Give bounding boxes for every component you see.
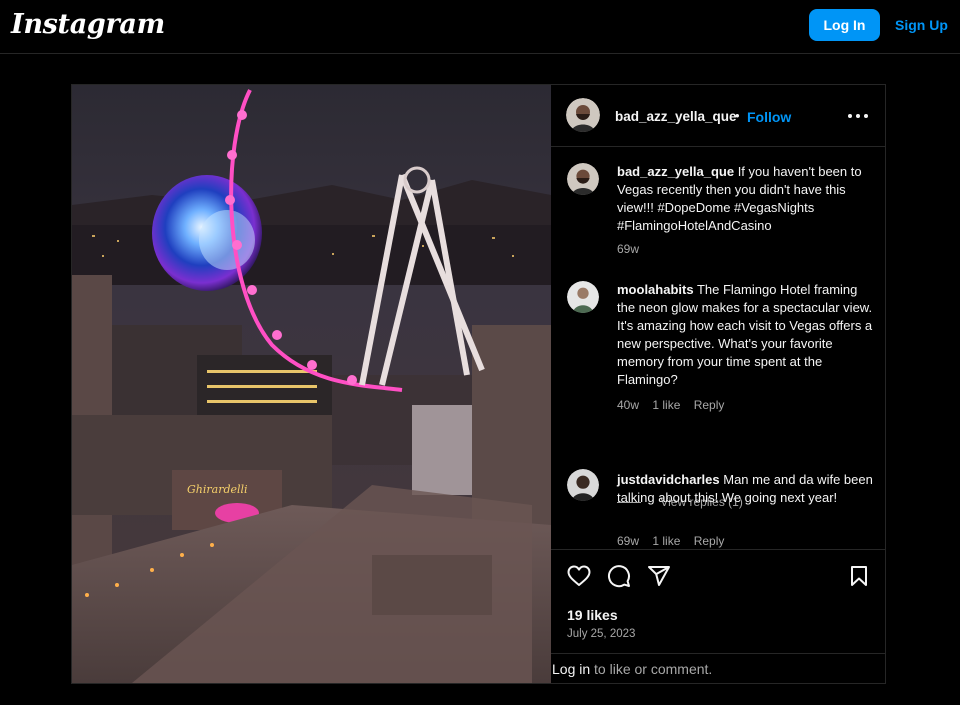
- comment-username[interactable]: justdavidcharles: [617, 472, 720, 487]
- comment-meta: 69w 1 like Reply: [617, 534, 734, 548]
- comment-text: justdavidcharles Man me and da wife been…: [617, 471, 875, 507]
- comment-time: 69w: [617, 534, 640, 548]
- comment-time: 40w: [617, 398, 640, 412]
- post-photo[interactable]: Ghirardelli: [72, 85, 551, 683]
- caption-username[interactable]: bad_azz_yella_que: [617, 164, 734, 179]
- post-sidebar: bad_azz_yella_que • Follow bad_azz_yella…: [551, 85, 885, 683]
- follow-button[interactable]: Follow: [747, 109, 791, 125]
- top-navigation-bar: Instagram Log In Sign Up: [0, 0, 960, 54]
- separator-dot: •: [735, 108, 740, 123]
- comments-list[interactable]: bad_azz_yella_que If you haven't been to…: [551, 147, 885, 549]
- caption-text: bad_azz_yella_que If you haven't been to…: [617, 163, 875, 235]
- post-card: Ghirardelli bad_azz_yella_que • Follow b…: [71, 84, 886, 684]
- caption-time: 69w: [617, 242, 640, 256]
- login-prompt: Log in to like or comment.: [551, 653, 885, 683]
- bookmark-icon[interactable]: [847, 564, 871, 588]
- commenter-avatar[interactable]: [567, 281, 599, 313]
- caption-avatar-image: [567, 163, 599, 195]
- login-link[interactable]: Log in: [552, 661, 590, 677]
- comment-content: The Flamingo Hotel framing the neon glow…: [617, 282, 873, 387]
- comment-icon[interactable]: [607, 564, 631, 588]
- comment-likes[interactable]: 1 like: [652, 534, 680, 548]
- commenter-avatar[interactable]: [567, 469, 599, 501]
- author-avatar-image: [566, 98, 600, 132]
- caption-author-avatar[interactable]: [567, 163, 599, 195]
- post-actions: 19 likes July 25, 2023: [551, 549, 885, 653]
- share-icon[interactable]: [647, 564, 671, 588]
- post-header: bad_azz_yella_que • Follow: [551, 85, 885, 147]
- vegas-night-photo: Ghirardelli: [72, 85, 551, 683]
- instagram-logo[interactable]: Instagram: [11, 9, 165, 40]
- comment-likes[interactable]: 1 like: [652, 398, 680, 412]
- more-horizontal-icon[interactable]: [846, 113, 870, 119]
- author-username[interactable]: bad_azz_yella_que: [615, 109, 737, 124]
- login-button[interactable]: Log In: [809, 9, 880, 41]
- comment-username[interactable]: moolahabits: [617, 282, 694, 297]
- reply-button[interactable]: Reply: [694, 534, 725, 548]
- comment-meta: 40w 1 like Reply: [617, 398, 734, 412]
- author-avatar[interactable]: [566, 98, 600, 132]
- heart-icon[interactable]: [567, 564, 591, 588]
- comment-text: moolahabits The Flamingo Hotel framing t…: [617, 281, 875, 389]
- caption-meta: 69w: [617, 242, 649, 256]
- login-prompt-text: to like or comment.: [594, 661, 713, 677]
- reply-button[interactable]: Reply: [694, 398, 725, 412]
- commenter-avatar-image: [567, 281, 599, 313]
- signup-link[interactable]: Sign Up: [895, 17, 948, 33]
- svg-text:Ghirardelli: Ghirardelli: [187, 483, 248, 496]
- commenter-avatar-image: [567, 469, 599, 501]
- likes-count[interactable]: 19 likes: [567, 607, 618, 623]
- post-date[interactable]: July 25, 2023: [567, 628, 635, 640]
